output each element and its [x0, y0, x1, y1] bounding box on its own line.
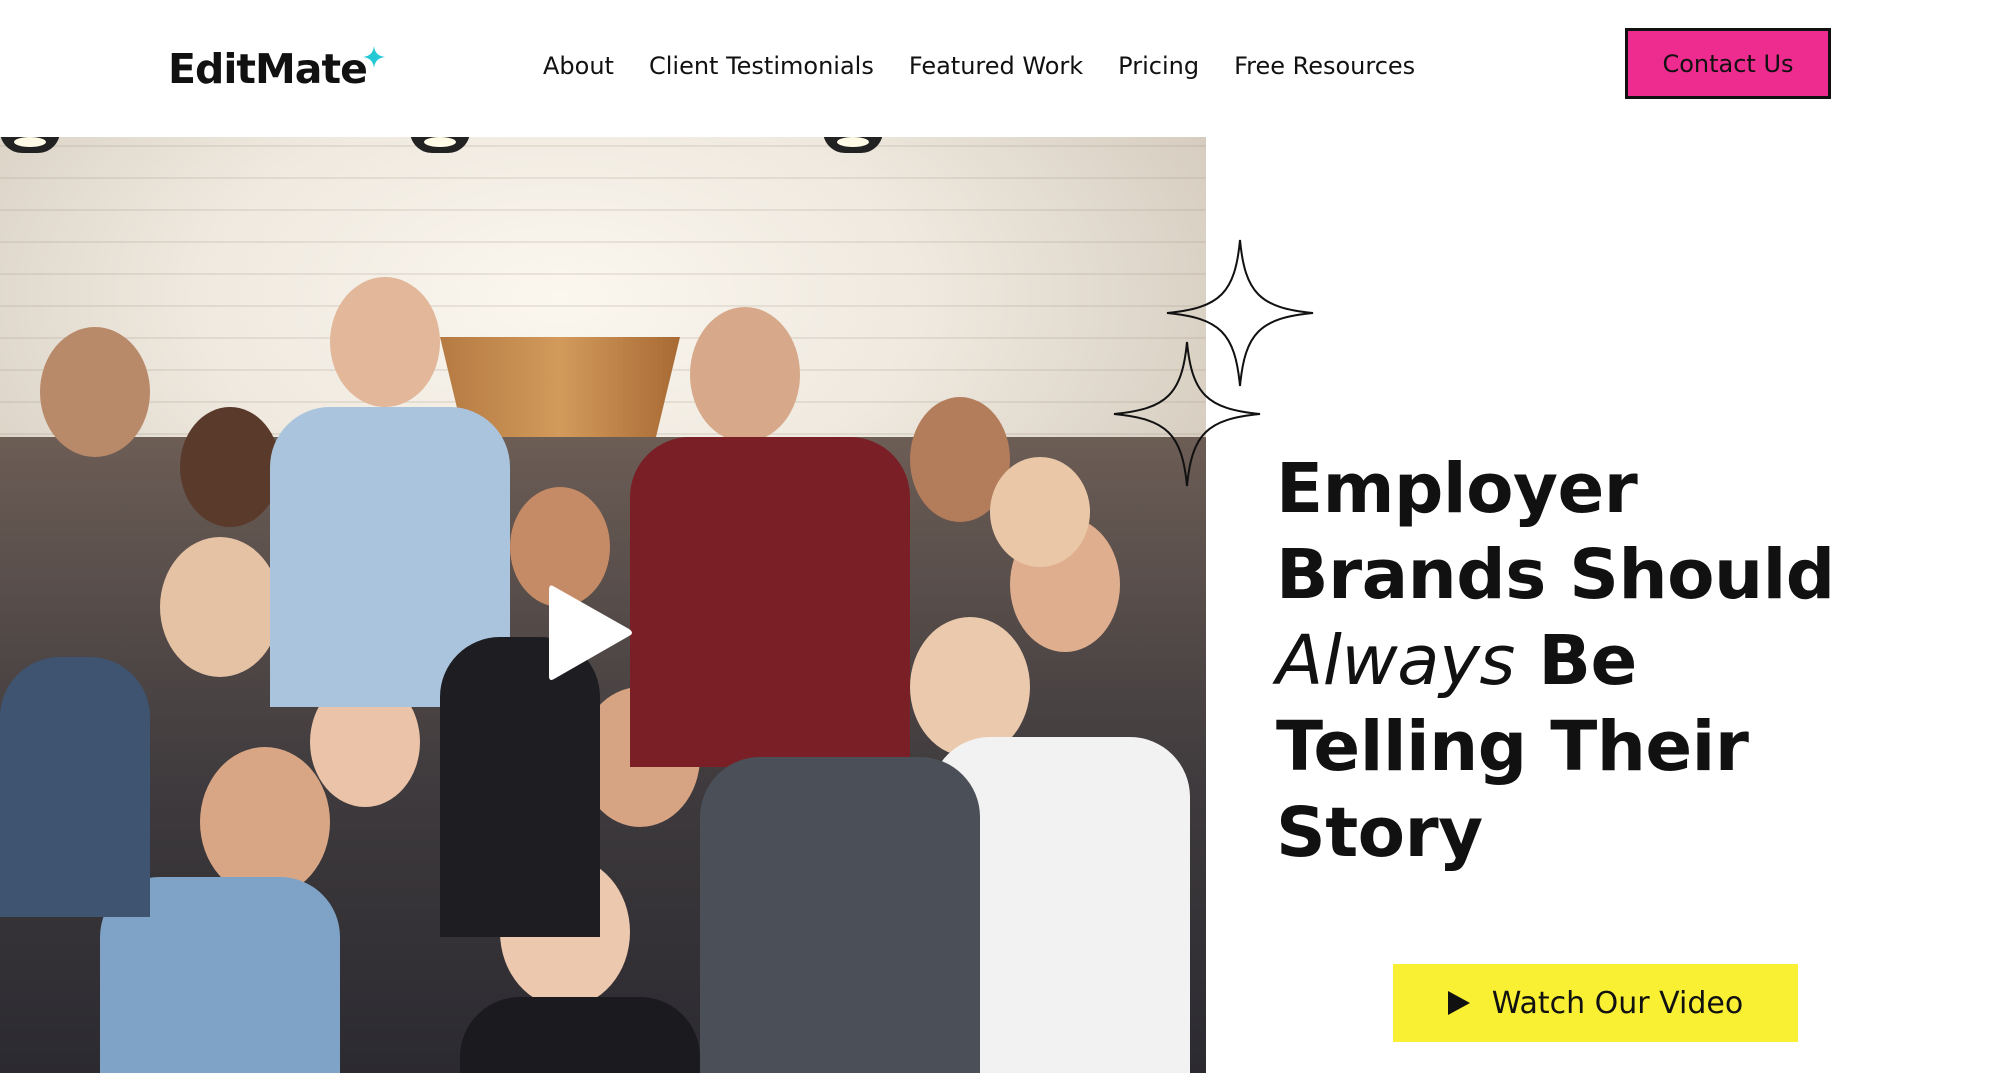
- nav-free-resources[interactable]: Free Resources: [1234, 48, 1415, 84]
- headline-line-5: Story: [1276, 793, 1483, 873]
- nav-pricing[interactable]: Pricing: [1118, 48, 1199, 84]
- site-header: EditMate About Client Testimonials Featu…: [0, 0, 1999, 137]
- nav-featured-work[interactable]: Featured Work: [909, 48, 1083, 84]
- headline-italic-word: Always: [1276, 621, 1515, 701]
- logo-text: EditMate: [168, 45, 368, 93]
- nav-about[interactable]: About: [543, 48, 614, 84]
- sparkle-logo-icon: [362, 46, 385, 68]
- logo[interactable]: EditMate: [168, 44, 385, 94]
- headline-line-2: Brands Should: [1276, 535, 1835, 615]
- play-icon[interactable]: [545, 578, 635, 688]
- headline-line-3-rest: Be: [1514, 621, 1637, 701]
- headline-line-1: Employer: [1276, 449, 1638, 529]
- watch-video-button[interactable]: Watch Our Video: [1393, 964, 1798, 1042]
- hero-headline: Employer Brands Should Always Be Telling…: [1276, 446, 1916, 876]
- nav-client-testimonials[interactable]: Client Testimonials: [649, 48, 874, 84]
- hero-video-thumbnail[interactable]: [0, 137, 1206, 1073]
- play-small-icon: [1447, 991, 1470, 1015]
- headline-line-4: Telling Their: [1276, 707, 1749, 787]
- contact-us-button[interactable]: Contact Us: [1625, 28, 1831, 99]
- sparkle-small-icon: [1113, 341, 1261, 487]
- main-nav: About Client Testimonials Featured Work …: [543, 48, 1450, 84]
- watch-video-label: Watch Our Video: [1491, 985, 1744, 1021]
